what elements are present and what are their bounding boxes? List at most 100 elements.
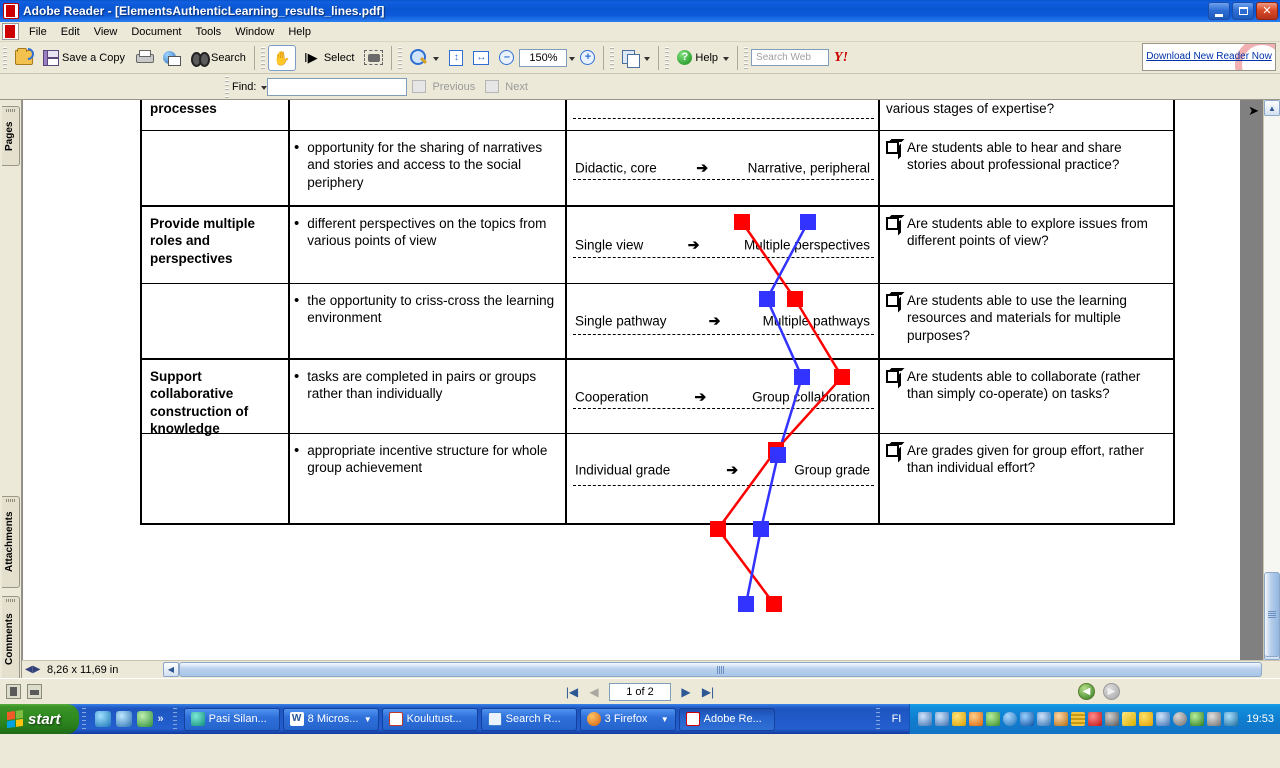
download-new-reader-banner[interactable]: Download New Reader Now (1142, 43, 1276, 71)
chevron-down-icon[interactable] (433, 56, 440, 61)
zoom-level-input[interactable]: 150% (519, 48, 568, 67)
bluetooth-icon[interactable] (1020, 712, 1035, 726)
vertical-scroll-track[interactable] (1264, 116, 1280, 644)
toolbar-grip-2[interactable] (260, 46, 265, 69)
checkbox-icon[interactable] (886, 217, 899, 230)
yahoo-logo[interactable]: Y! (834, 50, 848, 66)
email-button[interactable] (158, 45, 186, 71)
open-button[interactable] (10, 45, 38, 71)
find-previous-button[interactable]: Previous (407, 74, 480, 100)
network-disconnected-icon[interactable] (1156, 712, 1171, 726)
sidebar-tab-comments[interactable]: Comments (2, 596, 20, 682)
toolbar-grip[interactable] (3, 46, 7, 69)
page-number-input[interactable]: 1 of 2 (609, 682, 671, 701)
update-icon[interactable] (969, 712, 984, 726)
scroll-up-button[interactable]: ▲ (1264, 100, 1280, 116)
layout-dropdown-icon[interactable] (644, 56, 651, 61)
taskbar-grip-3[interactable] (876, 708, 881, 730)
search-web-input[interactable]: Search Web (751, 49, 830, 66)
storage-icon[interactable] (1071, 712, 1086, 726)
checkbox-icon[interactable] (886, 294, 899, 307)
taskbar-item[interactable]: 3 Firefox ▼ (579, 707, 676, 731)
maximize-button[interactable] (1232, 2, 1254, 20)
print-button[interactable] (130, 45, 158, 71)
quicklaunch-overflow-icon[interactable]: » (158, 713, 164, 725)
task-group-chevron-icon-2[interactable]: ▼ (661, 715, 669, 724)
scroll-left-button[interactable]: ◀ (163, 662, 179, 677)
warning-icon[interactable] (952, 712, 967, 726)
sidebar-tab-pages[interactable]: Pages (2, 106, 20, 166)
previous-page-button[interactable]: ◀ (587, 685, 601, 699)
menu-item-window[interactable]: Window (228, 24, 281, 40)
vertical-scroll-thumb[interactable] (1264, 572, 1280, 657)
tools-icon[interactable] (1224, 712, 1239, 726)
pdf-page-view[interactable]: processes various stages of expertise? •… (22, 100, 1263, 660)
taskbar-item-active[interactable]: Adobe Re... (678, 707, 775, 731)
select-tool-button[interactable]: I▶ Select (296, 45, 360, 71)
zoom-tool-button[interactable] (405, 45, 444, 71)
help-button[interactable]: ? Help (672, 45, 734, 71)
quicklaunch-browser-icon[interactable] (94, 711, 111, 727)
search-button[interactable]: Search (186, 45, 251, 71)
menu-item-file[interactable]: File (22, 24, 54, 40)
menu-item-tools[interactable]: Tools (189, 24, 229, 40)
help-dropdown-icon[interactable] (723, 56, 730, 61)
hand-tool-button[interactable]: ✋ (267, 44, 296, 71)
pane-resize-grip[interactable]: ◀▶ (25, 663, 40, 676)
taskbar-item[interactable]: W 8 Micros... ▼ (282, 707, 379, 731)
quicklaunch-mail-icon[interactable] (115, 711, 132, 727)
horizontal-scrollbar[interactable]: ◀ (163, 662, 1262, 678)
last-page-button[interactable]: ▶| (701, 685, 715, 699)
antivirus-icon[interactable] (1003, 712, 1018, 726)
menu-item-view[interactable]: View (87, 24, 125, 40)
go-forward-button[interactable]: ▶ (1103, 683, 1120, 700)
horizontal-scroll-thumb[interactable] (179, 662, 1262, 677)
menu-item-document[interactable]: Document (124, 24, 188, 40)
printer-tray-icon[interactable] (1054, 712, 1069, 726)
menu-item-edit[interactable]: Edit (54, 24, 87, 40)
disk-icon[interactable] (1173, 712, 1188, 726)
taskbar-item[interactable]: Pasi Silan... (183, 707, 280, 731)
misc-icon[interactable] (1207, 712, 1222, 726)
toolbar-grip-3[interactable] (398, 46, 403, 69)
task-group-chevron-icon[interactable]: ▼ (364, 715, 372, 724)
taskbar-grip[interactable] (81, 708, 86, 730)
folder-tray-icon[interactable] (1122, 712, 1137, 726)
find-input[interactable] (267, 77, 408, 96)
shield-icon[interactable] (986, 712, 1001, 726)
checkbox-icon[interactable] (886, 444, 899, 457)
connections-icon[interactable] (1037, 712, 1052, 726)
zoom-out-button[interactable]: – (494, 45, 519, 71)
start-button[interactable]: start (0, 704, 79, 734)
taskbar-item[interactable]: Search R... (480, 707, 577, 731)
page-layout-button[interactable] (617, 45, 655, 71)
next-page-button[interactable]: ▶ (679, 685, 693, 699)
language-indicator[interactable]: FI (883, 709, 909, 729)
clock[interactable]: 19:53 (1246, 713, 1274, 725)
find-toolbar-grip[interactable] (225, 75, 229, 98)
menu-item-help[interactable]: Help (281, 24, 318, 40)
network-icon[interactable] (918, 712, 933, 726)
taskbar-item[interactable]: Koulutust... (381, 707, 478, 731)
fit-width-button[interactable]: ↔ (468, 45, 494, 71)
checkbox-icon[interactable] (886, 370, 899, 383)
messenger-icon[interactable] (1139, 712, 1154, 726)
checkbox-icon[interactable] (886, 141, 899, 154)
close-button[interactable]: ✕ (1256, 2, 1278, 20)
volume-icon[interactable] (1088, 712, 1103, 726)
toolbar-grip-6[interactable] (744, 46, 749, 69)
first-page-button[interactable]: |◀ (565, 685, 579, 699)
sidebar-tab-attachments[interactable]: Attachments (2, 496, 20, 588)
snapshot-button[interactable] (359, 45, 388, 71)
network-2-icon[interactable] (935, 712, 950, 726)
go-back-button[interactable]: ◀ (1078, 683, 1095, 700)
taskbar-grip-2[interactable] (172, 708, 177, 730)
sync-icon[interactable] (1190, 712, 1205, 726)
toolbar-grip-4[interactable] (610, 46, 615, 69)
zoom-in-button[interactable]: + (575, 45, 600, 71)
fit-height-button[interactable]: ↕ (444, 45, 468, 71)
quicklaunch-desktop-icon[interactable] (136, 711, 153, 727)
toolbar-grip-5[interactable] (665, 46, 670, 69)
minimize-button[interactable] (1208, 2, 1230, 20)
vertical-scrollbar[interactable]: ▲ ▼ (1263, 100, 1280, 660)
